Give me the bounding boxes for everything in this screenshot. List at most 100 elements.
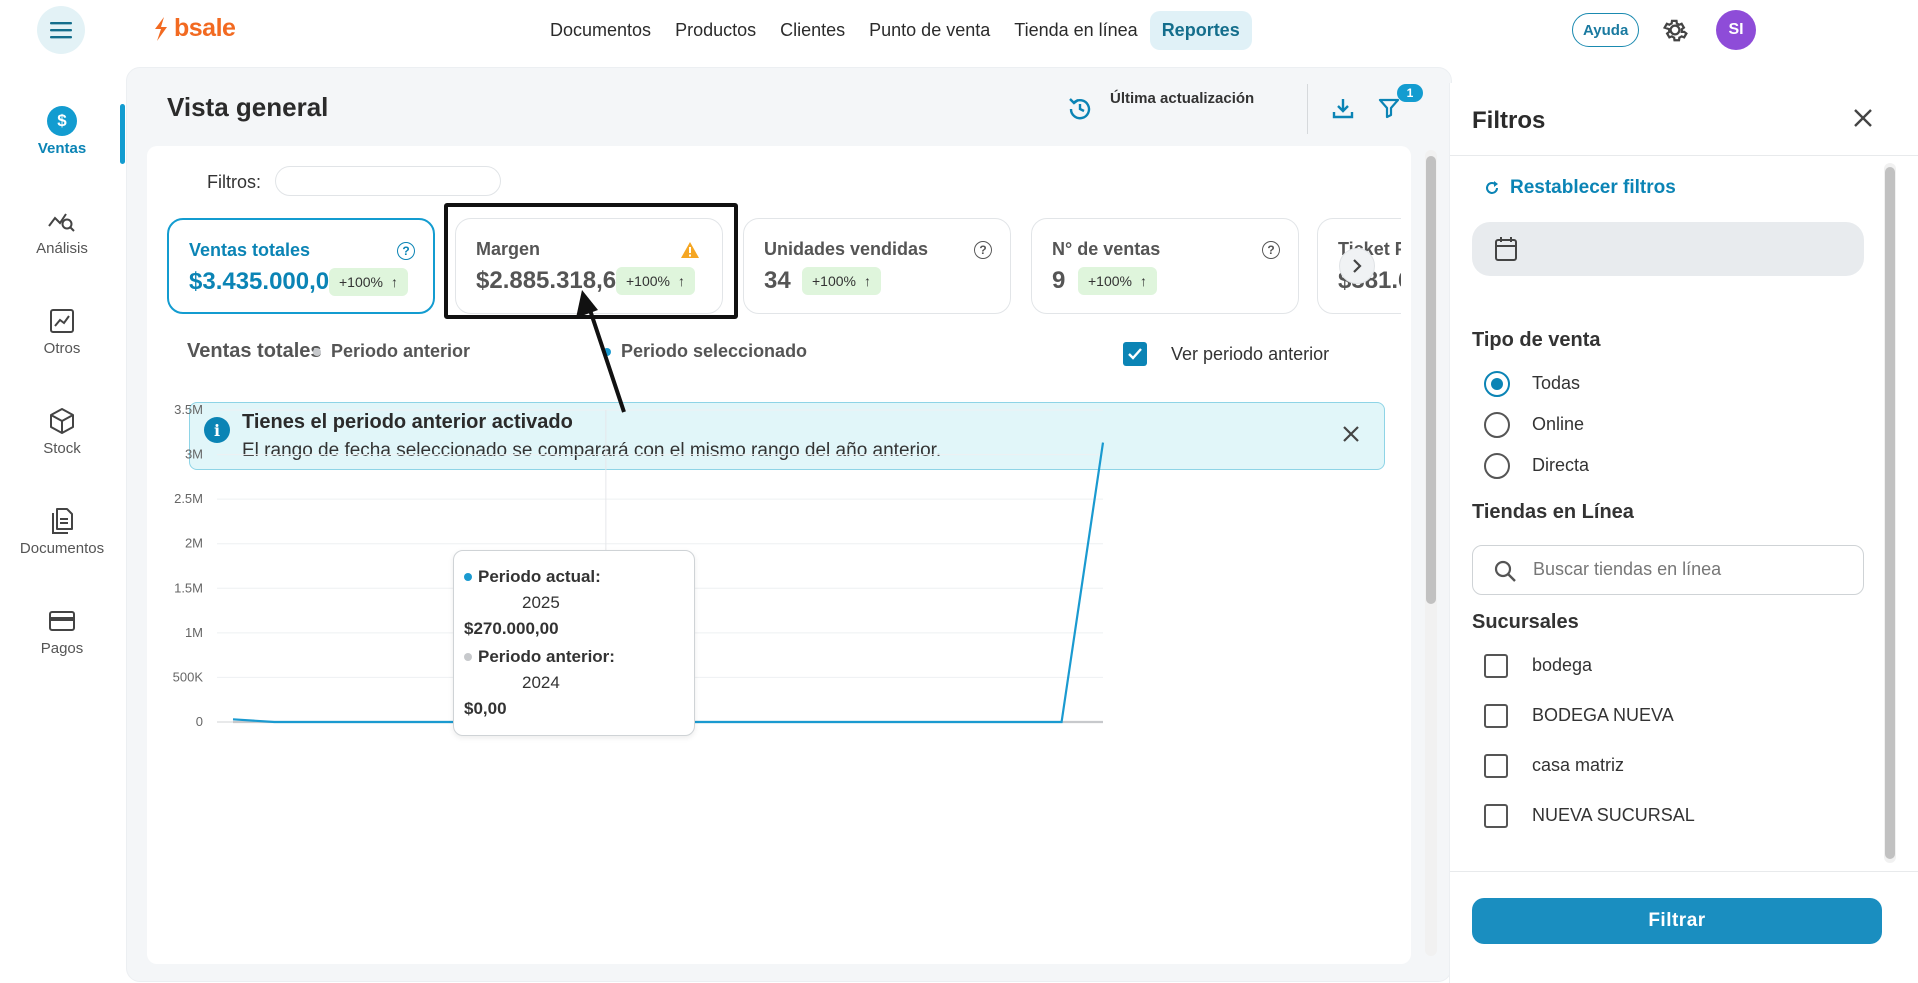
- toolbar-divider: [1307, 84, 1308, 134]
- sidebar-item-stock[interactable]: Stock: [0, 406, 124, 457]
- y-tick-label: 3.5M: [174, 402, 203, 417]
- y-tick-label: 1M: [185, 625, 203, 640]
- sidebar-item-label: Pagos: [40, 640, 84, 657]
- sidebar-item-label: Documentos: [19, 540, 105, 557]
- reset-filters-button[interactable]: Restablecer filtros: [1484, 177, 1676, 199]
- checkbox-casa-matriz[interactable]: [1484, 754, 1508, 778]
- report-content: Filtros: Ventas totales ? $3.435.000,00 …: [147, 146, 1411, 964]
- filter-count-badge: 1: [1397, 84, 1423, 102]
- y-tick-label: 500K: [173, 669, 204, 684]
- download-icon[interactable]: [1331, 96, 1355, 120]
- radio-online[interactable]: [1484, 412, 1510, 438]
- y-tick-label: 0: [196, 714, 203, 729]
- bsale-logo-icon: [155, 16, 167, 41]
- sidebar-item-pagos[interactable]: Pagos: [0, 606, 124, 657]
- main-panel: Vista general Última actualización 1 Fil…: [126, 67, 1452, 982]
- dollar-circle-icon: $: [47, 106, 77, 136]
- y-tick-label: 2M: [185, 536, 203, 551]
- radio-label-todas[interactable]: Todas: [1532, 373, 1580, 394]
- logo-text: bsale: [174, 14, 236, 42]
- tooltip-current-value: $270.000,00: [464, 619, 559, 638]
- calendar-icon: [1495, 237, 1517, 261]
- scrollbar-thumb[interactable]: [1426, 156, 1436, 604]
- nav-productos[interactable]: Productos: [663, 11, 768, 50]
- filter-icon[interactable]: [1377, 96, 1401, 120]
- checkbox-bodega-nueva[interactable]: [1484, 704, 1508, 728]
- checkbox-label-bodega[interactable]: bodega: [1532, 655, 1592, 676]
- bsale-logo[interactable]: bsale: [152, 14, 236, 43]
- filters-panel: Filtros Restablecer filtros Tipo de vent…: [1449, 83, 1918, 983]
- checkbox-bodega[interactable]: [1484, 654, 1508, 678]
- legend-dot: [464, 653, 472, 661]
- radio-label-directa[interactable]: Directa: [1532, 455, 1589, 476]
- panel-divider: [1450, 871, 1918, 872]
- y-tick-label: 2.5M: [174, 491, 203, 506]
- hamburger-menu-button[interactable]: [37, 6, 85, 54]
- filters-panel-title: Filtros: [1472, 107, 1546, 134]
- content-scrollbar[interactable]: [1425, 150, 1437, 956]
- radio-todas[interactable]: [1484, 371, 1510, 397]
- refresh-icon: [1486, 181, 1498, 194]
- panel-divider: [1450, 155, 1918, 156]
- y-tick-label: 3M: [185, 447, 203, 462]
- sidebar-item-label: Ventas: [37, 140, 87, 157]
- sale-type-title: Tipo de venta: [1472, 329, 1601, 351]
- filters-scrollbar[interactable]: [1884, 163, 1896, 863]
- card-icon: [47, 606, 77, 636]
- chart-tooltip: Periodo actual: 2025 $270.000,00 Periodo…: [453, 550, 695, 736]
- page-title: Vista general: [167, 92, 329, 122]
- annotation-arrow: [576, 290, 626, 413]
- checkbox-label-bodega-nueva[interactable]: BODEGA NUEVA: [1532, 705, 1674, 726]
- y-tick-label: 1.5M: [174, 580, 203, 595]
- radio-directa[interactable]: [1484, 453, 1510, 479]
- sidebar-item-label: Stock: [43, 440, 81, 457]
- hamburger-icon: [50, 22, 72, 39]
- checkbox-label-nueva-sucursal[interactable]: NUEVA SUCURSAL: [1532, 805, 1695, 826]
- apply-filters-button[interactable]: Filtrar: [1472, 898, 1882, 944]
- scrollbar-thumb[interactable]: [1885, 167, 1895, 859]
- sidebar-item-label: Otros: [43, 340, 81, 357]
- nav-documentos[interactable]: Documentos: [538, 11, 663, 50]
- sidebar-item-analisis[interactable]: Análisis: [0, 206, 124, 257]
- help-button[interactable]: Ayuda: [1572, 13, 1640, 47]
- box-icon: [47, 406, 77, 436]
- nav-tienda-en-linea[interactable]: Tienda en línea: [1002, 11, 1149, 50]
- refresh-clock-icon[interactable]: [1067, 96, 1093, 122]
- checkbox-label-casa-matriz[interactable]: casa matriz: [1532, 755, 1624, 776]
- tooltip-previous-label: Periodo anterior:: [464, 647, 615, 667]
- nav-reportes[interactable]: Reportes: [1149, 11, 1252, 50]
- legend-dot: [464, 573, 472, 581]
- branches-title: Sucursales: [1472, 611, 1579, 633]
- nav-punto-de-venta[interactable]: Punto de venta: [857, 11, 1002, 50]
- avatar[interactable]: SI: [1716, 10, 1756, 50]
- checkbox-nueva-sucursal[interactable]: [1484, 804, 1508, 828]
- last-update-label: Última actualización: [1110, 90, 1255, 107]
- online-stores-search-input[interactable]: Buscar tiendas en línea: [1472, 545, 1864, 595]
- sidebar-item-ventas[interactable]: $ Ventas: [0, 106, 124, 157]
- date-range-picker[interactable]: [1472, 222, 1864, 276]
- documents-icon: [47, 506, 77, 536]
- top-navbar: bsale Documentos Productos Clientes Punt…: [0, 0, 1918, 60]
- sales-line-chart: 0 500K 1M 1.5M 2M 2.5M 3M 3.5M: [173, 402, 1105, 729]
- radio-label-online[interactable]: Online: [1532, 414, 1584, 435]
- chart-search-icon: [47, 206, 77, 236]
- gear-icon[interactable]: [1660, 15, 1690, 45]
- tooltip-current-year: 2025: [522, 593, 560, 612]
- close-icon[interactable]: [1852, 107, 1874, 129]
- trend-chart-icon: [47, 306, 77, 336]
- online-stores-title: Tiendas en Línea: [1472, 501, 1634, 523]
- search-placeholder: Buscar tiendas en línea: [1533, 559, 1722, 579]
- main-nav: Documentos Productos Clientes Punto de v…: [538, 11, 1252, 50]
- nav-clientes[interactable]: Clientes: [768, 11, 857, 50]
- tooltip-label: Periodo actual:: [478, 567, 601, 586]
- reset-filters-label: Restablecer filtros: [1510, 177, 1676, 198]
- sidebar-item-label: Análisis: [36, 240, 88, 257]
- tooltip-previous-year: 2024: [522, 673, 560, 692]
- left-sidebar: $ Ventas Análisis Otros Stock Documentos…: [0, 60, 125, 983]
- tooltip-previous-value: $0,00: [464, 699, 507, 718]
- sidebar-item-documentos[interactable]: Documentos: [0, 506, 124, 557]
- tooltip-label: Periodo anterior:: [478, 647, 615, 666]
- sidebar-item-otros[interactable]: Otros: [0, 306, 124, 357]
- search-icon: [1494, 560, 1516, 582]
- tooltip-current-label: Periodo actual:: [464, 567, 601, 587]
